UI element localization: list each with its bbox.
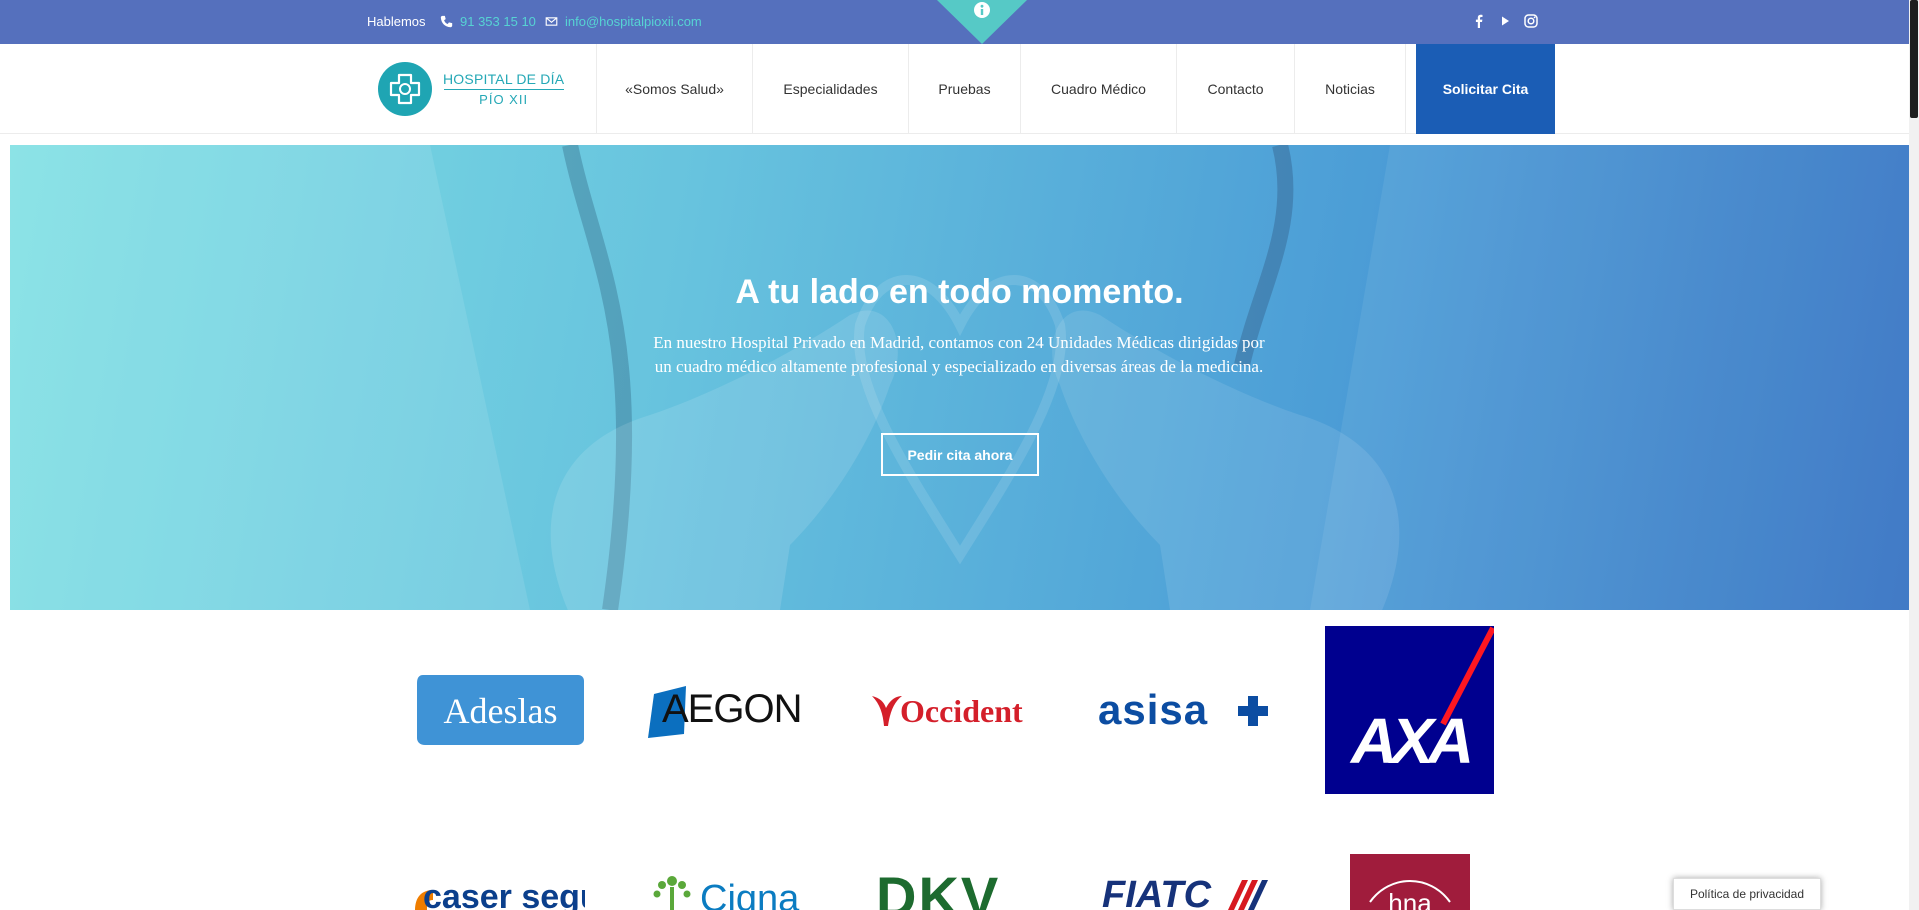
- email-link[interactable]: info@hospitalpioxii.com: [545, 14, 702, 29]
- logo-line-1: HOSPITAL DE DÍA: [443, 71, 565, 87]
- solicitar-cita-button[interactable]: Solicitar Cita: [1416, 44, 1555, 134]
- scrollbar-thumb[interactable]: [1910, 0, 1918, 118]
- insurer-logo-caser[interactable]: caser seguros: [415, 876, 585, 910]
- axa-text: AXA: [1350, 705, 1474, 777]
- logo-line-2: PÍO XII: [479, 92, 529, 107]
- cigna-text: Cigna: [700, 878, 800, 910]
- caser-text: caser seguros: [423, 878, 585, 910]
- nav-pruebas[interactable]: Pruebas: [908, 44, 1020, 134]
- nav-especialidades[interactable]: Especialidades: [752, 44, 908, 134]
- insurer-logo-hna[interactable]: hna: [1350, 854, 1470, 910]
- top-bar-label: Hablemos: [367, 14, 426, 29]
- phone-icon: [440, 15, 453, 28]
- privacy-policy-button[interactable]: Política de privacidad: [1673, 878, 1821, 910]
- insurer-logo-aegon[interactable]: AEGON: [648, 680, 808, 740]
- insurer-logo-axa[interactable]: AXA: [1325, 626, 1496, 794]
- youtube-icon[interactable]: [1497, 13, 1513, 29]
- insurer-logo-adeslas[interactable]: Adeslas: [417, 675, 584, 745]
- nav-noticias[interactable]: Noticias: [1294, 44, 1406, 134]
- instagram-icon[interactable]: [1523, 13, 1539, 29]
- occident-text: Occident: [900, 693, 1023, 729]
- insurer-logo-dkv[interactable]: DKV: [876, 870, 1036, 910]
- main-nav: «Somos Salud» Especialidades Pruebas Cua…: [596, 44, 1406, 134]
- mail-icon: [545, 17, 558, 26]
- hospital-logo[interactable]: HOSPITAL DE DÍA PÍO XII: [377, 61, 567, 117]
- hero-title: A tu lado en todo momento.: [735, 273, 1184, 311]
- hna-text: hna: [1388, 888, 1432, 910]
- phone-number: 91 353 15 10: [460, 14, 536, 29]
- occident-mark-icon: [872, 696, 902, 726]
- phone-link[interactable]: 91 353 15 10: [440, 14, 536, 29]
- insurer-logo-occident[interactable]: Occident: [870, 690, 1040, 732]
- logo-wordmark: HOSPITAL DE DÍA PÍO XII: [443, 71, 564, 107]
- nav-contacto[interactable]: Contacto: [1176, 44, 1294, 134]
- pedir-cita-button[interactable]: Pedir cita ahora: [881, 433, 1039, 476]
- site-header: HOSPITAL DE DÍA PÍO XII «Somos Salud» Es…: [0, 44, 1909, 134]
- adeslas-text: Adeslas: [443, 691, 558, 731]
- fiatc-mark-icon: [1228, 880, 1268, 910]
- hero-description: En nuestro Hospital Privado en Madrid, c…: [653, 333, 1265, 376]
- info-tab[interactable]: [937, 0, 1027, 44]
- email-address: info@hospitalpioxii.com: [565, 14, 702, 29]
- insurer-logo-cigna[interactable]: Cigna: [650, 873, 810, 910]
- fiatc-text: FIATC: [1102, 874, 1212, 910]
- aegon-text: AEGON: [662, 687, 802, 731]
- asisa-plus-icon: [1238, 696, 1268, 726]
- insurer-logo-asisa[interactable]: asisa: [1098, 686, 1268, 733]
- cigna-tree-icon: [653, 876, 691, 910]
- hospital-cross-icon: [378, 62, 432, 116]
- hero-banner: A tu lado en todo momento. En nuestro Ho…: [10, 145, 1909, 610]
- top-bar: Hablemos 91 353 15 10 info@hospitalpioxi…: [0, 0, 1909, 44]
- dkv-text: DKV: [876, 870, 1001, 910]
- insurer-logo-fiatc[interactable]: FIATC: [1100, 874, 1270, 910]
- facebook-icon[interactable]: [1471, 13, 1487, 29]
- nav-cuadro-medico[interactable]: Cuadro Médico: [1020, 44, 1176, 134]
- page-scrollbar[interactable]: [1909, 0, 1919, 910]
- nav-somos-salud[interactable]: «Somos Salud»: [596, 44, 752, 134]
- logo-divider: [443, 89, 564, 90]
- asisa-text: asisa: [1098, 686, 1209, 733]
